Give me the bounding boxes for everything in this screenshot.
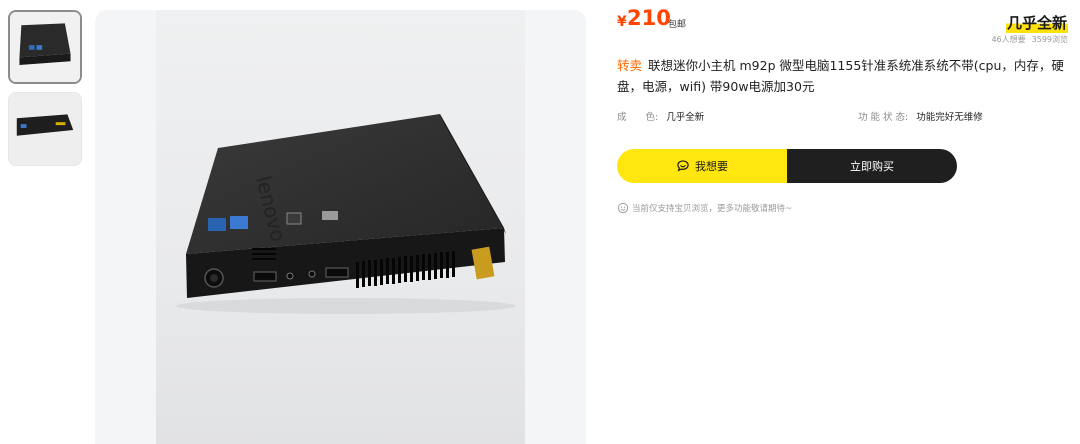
thumbnail-list (8, 10, 84, 174)
mini-pc-photo: lenovo (156, 10, 525, 444)
attribute-key: 功 能 状 态: (858, 112, 909, 123)
attribute-value: 几乎全新 (666, 112, 705, 123)
thumbnail-1[interactable] (8, 10, 82, 84)
price-value: 210 (627, 6, 671, 30)
free-shipping-label: 包邮 (668, 20, 687, 30)
price-currency: ¥ (617, 14, 627, 30)
views-count: 3599浏览 (1031, 35, 1068, 44)
feature-notice-text: 当前仅支持宝贝浏览，更多功能敬请期待~ (632, 204, 793, 214)
wants-count: 46人想要 (991, 35, 1026, 44)
item-stats: 46人想要 3599浏览 (991, 34, 1068, 45)
resale-tag: 转卖 (617, 58, 643, 73)
buy-now-button[interactable]: 立即购买 (787, 149, 957, 183)
chat-bubble-icon (677, 160, 689, 172)
buy-now-button-label: 立即购买 (850, 160, 894, 173)
item-title-text: 联想迷你小主机 m92p 微型电脑1155针准系统准系统不带(cpu，内存，硬盘… (617, 58, 1064, 94)
condition-badge: 几乎全新 (1005, 12, 1068, 33)
main-photo-panel: lenovo (95, 10, 586, 444)
want-button-label: 我想要 (695, 160, 728, 173)
feature-notice: 当前仅支持宝贝浏览，更多功能敬请期待~ (617, 202, 792, 214)
want-button[interactable]: 我想要 (617, 149, 787, 183)
thumbnail-2[interactable] (8, 92, 82, 166)
item-title: 转卖 联想迷你小主机 m92p 微型电脑1155针准系统准系统不带(cpu，内存，… (617, 55, 1069, 97)
smiley-icon (617, 202, 629, 214)
attribute-function-status: 功 能 状 态: 功能完好无维修 (858, 109, 983, 123)
attribute-condition: 成 色: 几乎全新 (617, 109, 704, 123)
mini-pc-thumbnail-image (9, 93, 81, 165)
attribute-key: 成 色: (617, 112, 659, 123)
item-info-panel: ¥ 210 包邮 几乎全新 46人想要 3599浏览 转卖 联想迷你小主机 m92p… (617, 0, 1072, 444)
attribute-value: 功能完好无维修 (916, 112, 983, 123)
mini-pc-thumbnail-image (10, 12, 80, 82)
action-buttons: 我想要 立即购买 (617, 149, 957, 183)
price-row: ¥ 210 包邮 几乎全新 (617, 6, 1072, 33)
